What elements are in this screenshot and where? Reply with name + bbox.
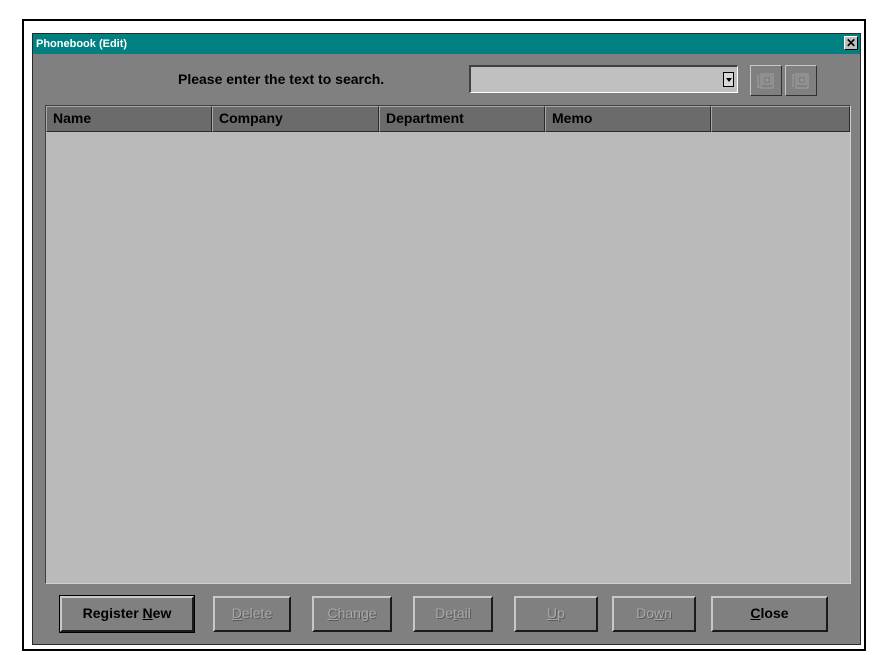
list-header: Name Company Department Memo [46,106,850,132]
detail-label-pre: De [435,605,453,621]
close-button[interactable]: Close [711,596,828,632]
down-mnemonic: w [653,605,665,621]
close-icon[interactable]: ✕ [844,36,858,50]
up-mnemonic: U [547,605,558,621]
chevron-down-icon[interactable] [723,72,734,87]
column-header-department[interactable]: Department [379,106,545,132]
column-header-memo[interactable]: Memo [545,106,711,132]
frame-bottom-edge [22,649,866,651]
detail-label-post: ail [456,605,471,621]
register-new-button[interactable]: Register New [59,595,195,633]
search-combobox[interactable] [469,65,738,93]
detail-button[interactable]: Detail [413,596,493,632]
phonebook-dialog: Phonebook (Edit) ✕ Please enter the text… [32,33,861,645]
change-label-post: hange [337,605,377,621]
close-mnemonic: C [750,605,761,621]
column-header-company[interactable]: Company [212,106,379,132]
down-label-pre: Do [636,605,654,621]
register-new-label-pre: Register [82,605,143,621]
change-mnemonic: C [327,605,338,621]
search-up-icon [757,73,774,89]
search-down-icon [792,73,809,89]
delete-button[interactable]: Delete [213,596,291,632]
column-header-name[interactable]: Name [46,106,212,132]
title-bar[interactable]: Phonebook (Edit) ✕ [33,34,860,54]
delete-label-post: elete [241,605,273,621]
down-button[interactable]: Down [612,596,696,632]
up-button[interactable]: Up [514,596,598,632]
down-label-post: n [664,605,672,621]
search-label: Please enter the text to search. [178,71,385,87]
search-input[interactable] [471,67,719,92]
search-down-button[interactable] [785,65,817,96]
close-label-post: lose [760,605,789,621]
register-new-label-post: ew [152,605,172,621]
search-up-button[interactable] [750,65,782,96]
contact-list[interactable]: Name Company Department Memo [45,105,851,584]
register-new-mnemonic: N [142,605,153,621]
delete-mnemonic: D [231,605,242,621]
window-title: Phonebook (Edit) [36,38,128,50]
change-button[interactable]: Change [312,596,392,632]
list-body[interactable] [46,132,850,583]
column-header-extra[interactable] [711,106,850,132]
up-label-post: p [557,605,565,621]
